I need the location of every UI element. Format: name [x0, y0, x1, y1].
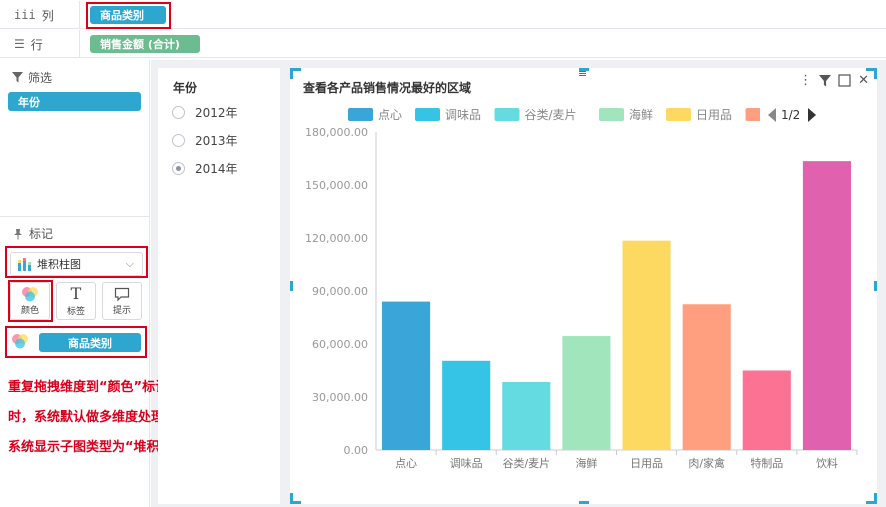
rows-shelf[interactable]: ☰ 行 销售金额 (合计)	[0, 30, 886, 58]
rows-icon: ☰	[14, 37, 25, 51]
filter-title: 筛选	[28, 71, 53, 85]
chart-card[interactable]: ≡ 查看各产品销售情况最好的区域 ⋮ ✕ 0.00 30,000.00 60,000…	[290, 68, 877, 504]
year-option-2013[interactable]: 2013年	[172, 132, 238, 149]
y-tick-label: 90,000.00	[312, 285, 368, 298]
columns-icon: iii	[14, 8, 36, 22]
bar	[682, 304, 731, 450]
year-filter-title: 年份	[173, 81, 198, 95]
y-tick-label: 60,000.00	[312, 338, 368, 351]
y-tick-label: 120,000.00	[305, 232, 368, 245]
highlight-color-pill	[5, 326, 147, 358]
bar	[562, 336, 611, 450]
year-option-label: 2013年	[195, 134, 238, 148]
speech-bubble-icon	[114, 287, 130, 301]
bar-chart: 0.00 30,000.00 60,000.00 90,000.00 120,000.0…	[305, 107, 858, 470]
pin-icon	[14, 228, 22, 239]
highlight-color-button	[8, 280, 53, 322]
radio-icon	[172, 106, 185, 119]
x-tick-label: 肉/家禽	[688, 456, 725, 470]
marks-title: 标记	[29, 227, 54, 241]
legend-page-indicator: 1/2	[781, 108, 800, 122]
legend-swatch[interactable]	[666, 108, 691, 121]
x-tick-label: 特制品	[750, 456, 783, 470]
legend-prev-icon[interactable]	[768, 108, 776, 122]
rows-shelf-header: ☰ 行	[0, 30, 80, 58]
y-tick-label: 150,000.00	[305, 179, 368, 192]
legend-label[interactable]: 海鲜	[629, 107, 653, 122]
legend-label[interactable]: 调味品	[445, 108, 481, 122]
columns-shelf-label: 列	[41, 8, 54, 23]
x-tick-label: 日用品	[630, 457, 663, 470]
radio-icon	[172, 134, 185, 147]
chart-legend: 点心 调味品 谷类/麦片 海鲜 日用品 肉/家禽	[348, 107, 771, 122]
legend-swatch[interactable]	[494, 108, 520, 121]
y-tick-label: 0.00	[344, 444, 369, 457]
panel-divider	[0, 216, 150, 217]
x-tick-label: 海鲜	[575, 456, 597, 470]
legend-label[interactable]: 点心	[378, 108, 402, 122]
legend-swatch[interactable]	[745, 108, 771, 121]
label-mark-label: 标签	[66, 307, 85, 317]
bar	[742, 370, 791, 450]
y-tick-label: 180,000.00	[305, 126, 368, 139]
year-option-label: 2014年	[195, 162, 238, 176]
highlight-chart-type	[5, 246, 148, 278]
legend-swatch[interactable]	[348, 108, 373, 121]
year-option-label: 2012年	[195, 106, 238, 120]
legend-swatch[interactable]	[415, 108, 440, 121]
year-option-2014[interactable]: 2014年	[172, 160, 238, 177]
legend-label[interactable]: 谷类/麦片	[525, 108, 577, 122]
label-mark-button[interactable]: T 标签	[56, 282, 96, 320]
bar	[802, 161, 851, 450]
filter-header: 筛选	[12, 69, 52, 86]
filter-pill-year[interactable]: 年份	[8, 92, 141, 111]
legend-swatch[interactable]	[599, 108, 624, 121]
x-tick-label: 谷类/麦片	[502, 456, 550, 470]
legend-next-icon[interactable]	[808, 108, 816, 122]
bar	[622, 240, 671, 450]
bar	[382, 301, 431, 450]
radio-selected-icon	[172, 162, 185, 175]
filter-icon	[12, 72, 23, 83]
text-t-icon: T	[70, 284, 82, 303]
highlight-columns-pill	[86, 2, 171, 29]
year-option-2012[interactable]: 2012年	[172, 104, 238, 121]
x-tick-label: 饮料	[816, 456, 838, 470]
x-tick-label: 点心	[395, 457, 417, 470]
legend-label[interactable]: 日用品	[696, 108, 732, 122]
columns-shelf-header: iii 列	[0, 1, 80, 29]
year-filter-card: 年份 2012年 2013年 2014年	[158, 68, 280, 504]
rows-shelf-label: 行	[30, 37, 43, 52]
y-tick-label: 30,000.00	[312, 391, 368, 404]
x-tick-label: 调味品	[450, 457, 483, 470]
tooltip-mark-button[interactable]: 提示	[102, 282, 142, 320]
bar	[502, 381, 551, 450]
tooltip-mark-label: 提示	[112, 305, 131, 316]
rows-pill-sales[interactable]: 销售金额 (合计)	[90, 35, 200, 53]
marks-header: 标记	[12, 225, 53, 242]
bar	[442, 360, 491, 450]
